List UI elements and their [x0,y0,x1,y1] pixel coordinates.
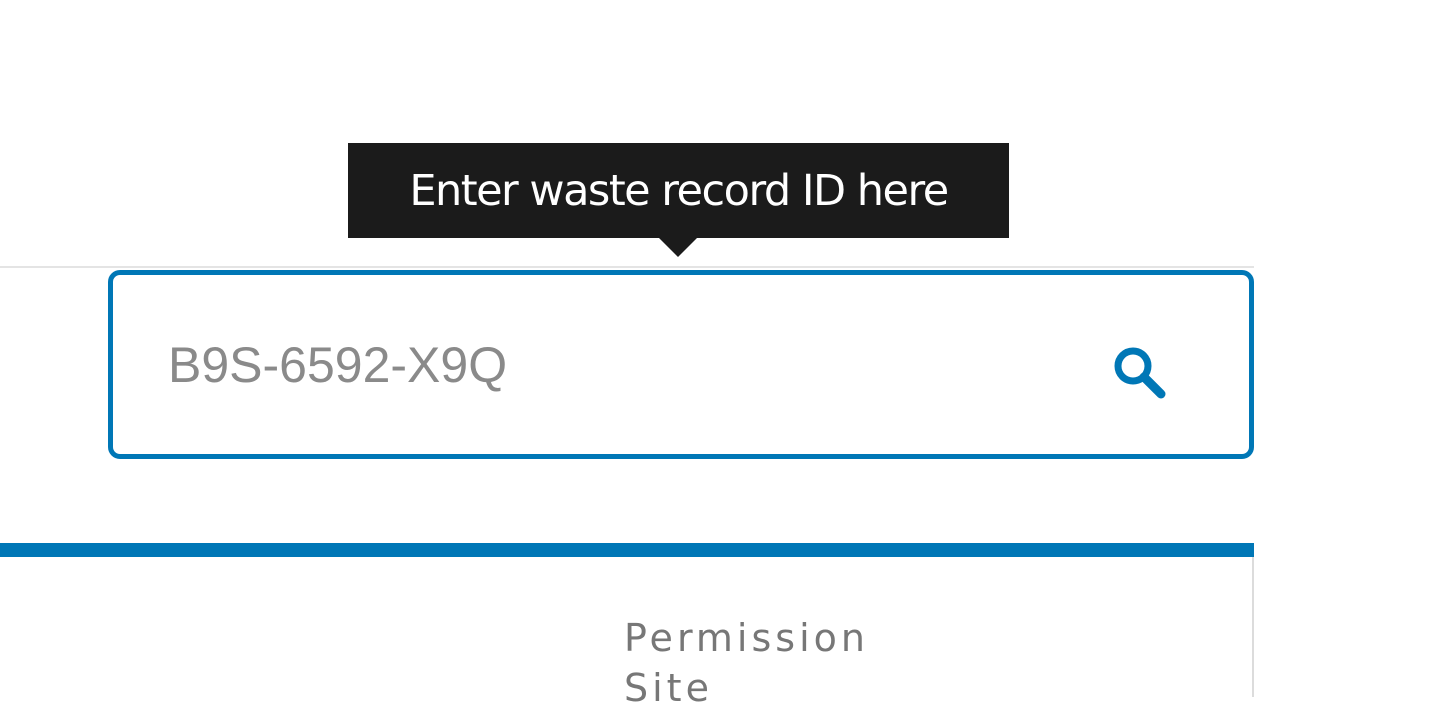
record-id-input[interactable] [168,319,1048,410]
record-search-box[interactable] [108,270,1254,459]
table-top-border [0,543,1254,557]
header-divider [0,266,1254,268]
search-icon[interactable] [1109,342,1173,406]
column-header-permission-site[interactable]: Permission Site [624,613,944,713]
tooltip-text: Enter waste record ID here [409,165,949,216]
search-tooltip: Enter waste record ID here [348,143,1009,238]
tooltip-arrow [658,237,698,257]
